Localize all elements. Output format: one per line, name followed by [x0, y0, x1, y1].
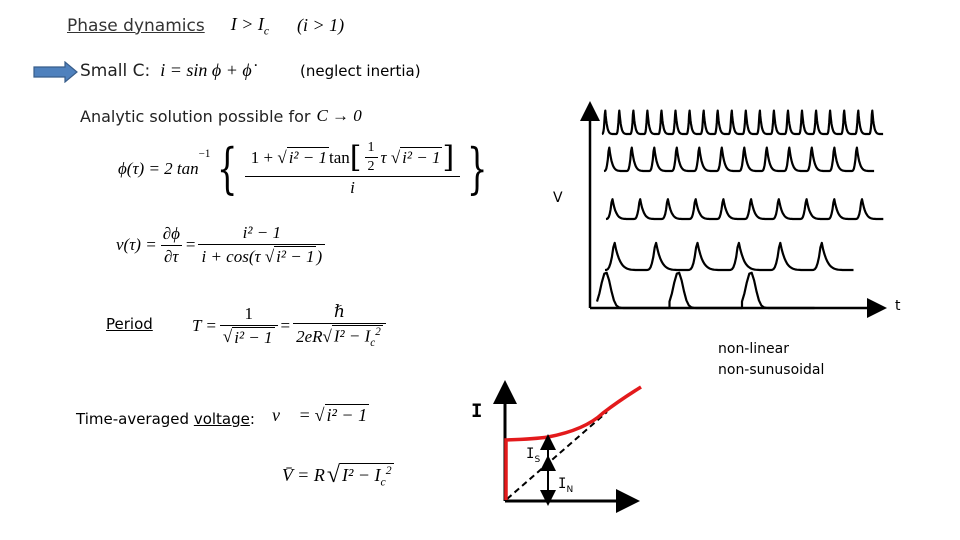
normal-current-label: IN	[558, 476, 574, 495]
ohmic-dashed-line	[506, 411, 608, 500]
iv-characteristic-chart	[493, 380, 642, 513]
iv-current-axis-label: I	[471, 400, 483, 422]
supercurrent-label: IS	[526, 446, 541, 465]
